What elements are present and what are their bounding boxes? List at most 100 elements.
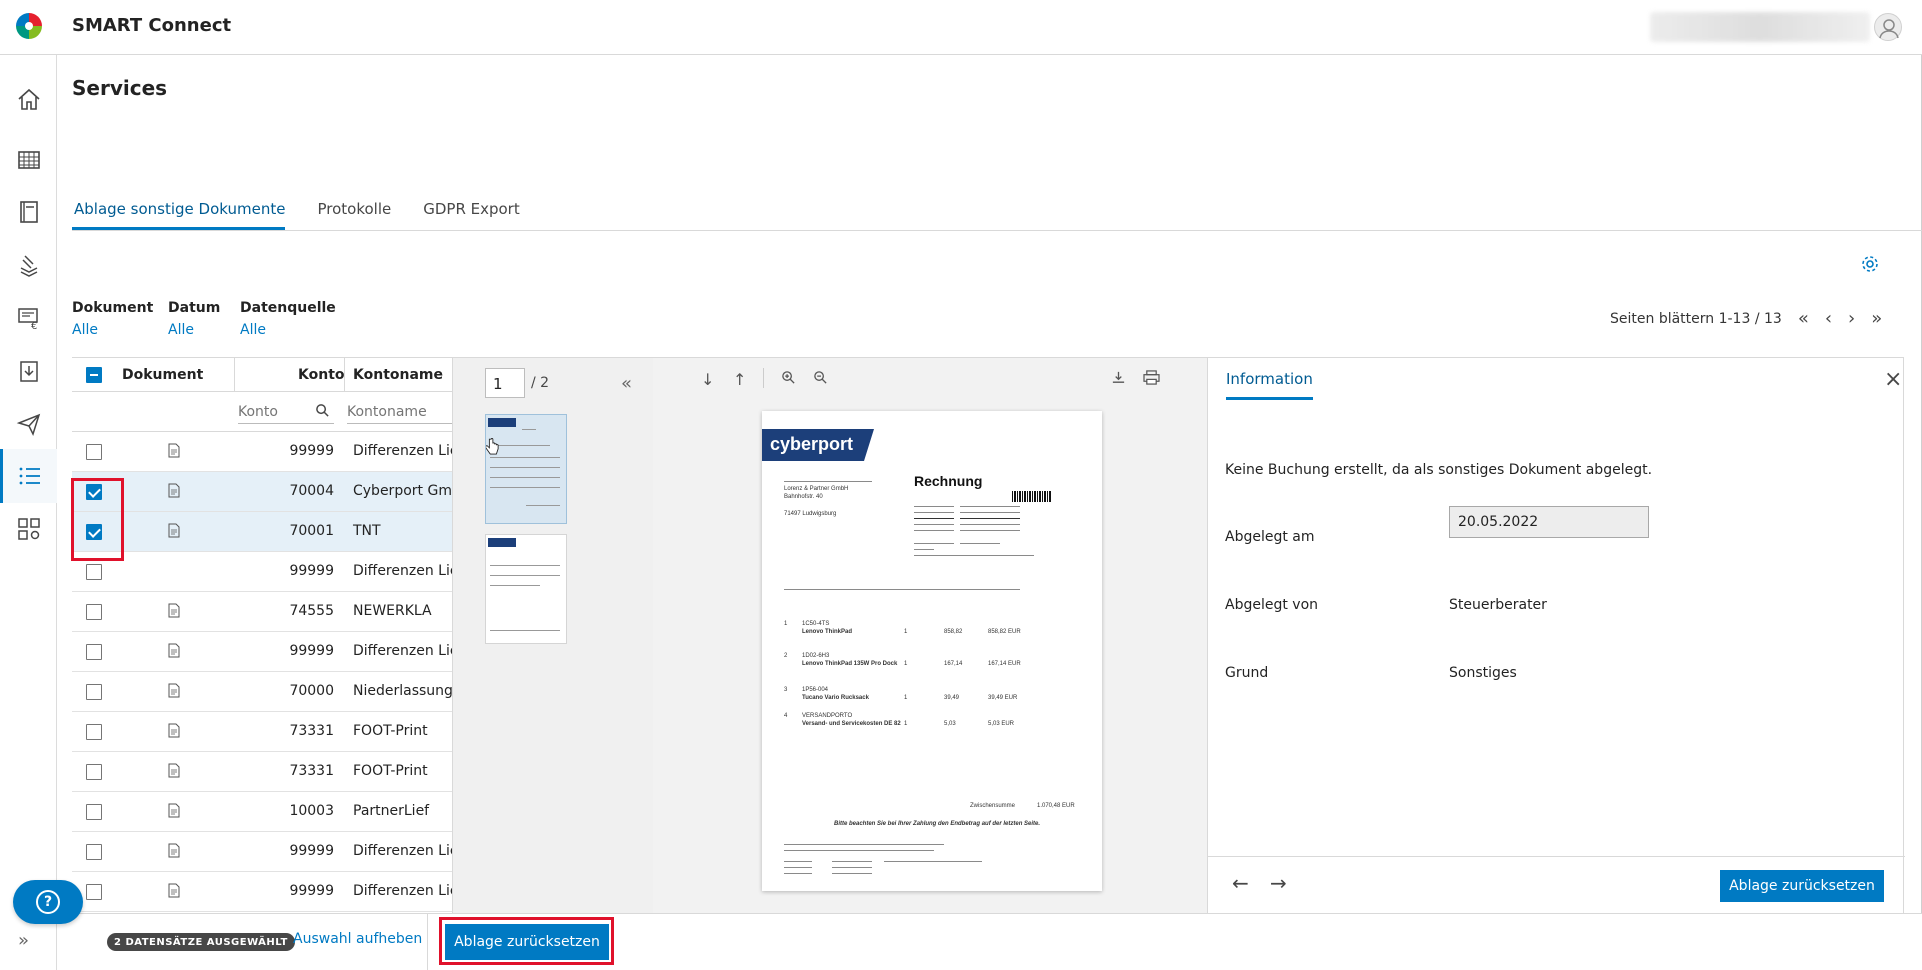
doc-footer-line <box>832 867 872 868</box>
table-icon[interactable] <box>0 133 57 187</box>
thumbnail-line <box>490 565 560 566</box>
left-navigation: € <box>0 55 57 970</box>
document-icon[interactable] <box>168 643 180 658</box>
list-icon[interactable] <box>0 449 57 503</box>
zoom-out-icon[interactable] <box>813 370 828 389</box>
row-checkbox[interactable] <box>86 724 102 740</box>
import-icon[interactable] <box>0 344 57 398</box>
table-row[interactable]: 70001 TNT <box>72 512 452 552</box>
download-icon[interactable] <box>1111 370 1126 389</box>
row-checkbox[interactable] <box>86 844 102 860</box>
column-header-dokument[interactable]: Dokument <box>122 367 203 383</box>
collapse-thumbnails-icon[interactable]: « <box>621 373 632 394</box>
next-page-arrow-icon[interactable]: ↓ <box>701 370 714 389</box>
help-button[interactable]: ? <box>13 880 83 924</box>
page-thumbnail-1[interactable] <box>485 414 567 524</box>
tab-ablage-sonstige-dokumente[interactable]: Ablage sonstige Dokumente <box>72 190 286 230</box>
abgelegt-am-label: Abgelegt am <box>1225 529 1315 545</box>
table-header: Dokument Konto Kontoname <box>72 358 452 392</box>
reset-filing-button-panel[interactable]: Ablage zurücksetzen <box>1720 870 1884 902</box>
search-icon[interactable] <box>315 403 330 422</box>
clear-selection-link[interactable]: Auswahl aufheben <box>293 931 422 947</box>
home-icon[interactable] <box>0 73 57 127</box>
select-all-checkbox[interactable] <box>86 367 102 383</box>
table-row[interactable]: 99999 Differenzen Lief <box>72 872 452 912</box>
table-row[interactable]: 99999 Differenzen Lief <box>72 632 452 672</box>
document-icon[interactable] <box>168 683 180 698</box>
thumbnail-line <box>526 505 560 506</box>
page-thumbnail-2[interactable] <box>485 534 567 644</box>
table-row[interactable]: 99999 Differenzen Lief <box>72 832 452 872</box>
user-avatar-icon[interactable] <box>1874 13 1902 41</box>
row-checkbox[interactable] <box>86 804 102 820</box>
next-record-arrow-icon[interactable]: → <box>1270 871 1287 895</box>
row-checkbox[interactable] <box>86 684 102 700</box>
row-checkbox[interactable] <box>86 884 102 900</box>
tab-gdpr-export[interactable]: GDPR Export <box>421 190 520 230</box>
document-stack-icon[interactable] <box>0 238 57 292</box>
tab-information[interactable]: Information <box>1226 370 1313 400</box>
document-icon[interactable] <box>168 883 180 898</box>
table-row[interactable]: 74555 NEWERKLA <box>72 592 452 632</box>
table-row[interactable]: 73331 FOOT-Print <box>72 712 452 752</box>
document-icon[interactable] <box>168 523 180 538</box>
document-icon[interactable] <box>168 723 180 738</box>
filter-dokument-value[interactable]: Alle <box>72 322 153 338</box>
document-icon[interactable] <box>168 763 180 778</box>
services-settings-icon[interactable] <box>0 502 57 556</box>
table-row[interactable]: 70000 Niederlassung I <box>72 672 452 712</box>
previous-record-arrow-icon[interactable]: ← <box>1232 871 1249 895</box>
document-icon[interactable] <box>168 603 180 618</box>
filter-datum-value[interactable]: Alle <box>168 322 220 338</box>
filter-datenquelle[interactable]: Datenquelle Alle <box>240 300 336 338</box>
invoice-page: cyberport Lorenz & Partner GmbH Bahnhofs… <box>762 411 1102 891</box>
invoice-euro-icon[interactable]: € <box>0 291 57 345</box>
table-row[interactable]: 73331 FOOT-Print <box>72 752 452 792</box>
row-checkbox[interactable] <box>86 444 102 460</box>
filter-dokument[interactable]: Dokument Alle <box>72 300 153 338</box>
konto-cell: 74555 <box>289 603 334 619</box>
filter-datenquelle-value[interactable]: Alle <box>240 322 336 338</box>
close-icon[interactable]: × <box>1884 367 1902 392</box>
document-icon[interactable] <box>168 803 180 818</box>
row-checkbox[interactable] <box>86 644 102 660</box>
column-header-kontoname[interactable]: Kontoname <box>353 367 443 383</box>
doc-item-total: 5,03 EUR <box>988 721 1015 727</box>
kontoname-filter-input[interactable] <box>347 400 452 424</box>
doc-total-value: 1.070,48 EUR <box>1037 803 1075 809</box>
abgelegt-von-value: Steuerberater <box>1449 597 1547 613</box>
journal-icon[interactable] <box>0 185 57 239</box>
document-icon[interactable] <box>168 443 180 458</box>
konto-cell: 73331 <box>289 763 334 779</box>
first-page-icon[interactable]: « <box>1798 310 1809 328</box>
column-header-konto[interactable]: Konto <box>298 367 345 383</box>
table-row[interactable]: 99999 Differenzen Lief <box>72 552 452 592</box>
table-row[interactable]: 10003 PartnerLief <box>72 792 452 832</box>
print-icon[interactable] <box>1143 370 1160 389</box>
row-checkbox[interactable] <box>86 604 102 620</box>
table-row[interactable]: 99999 Differenzen Lief <box>72 432 452 472</box>
info-message: Keine Buchung erstellt, da als sonstiges… <box>1225 462 1653 478</box>
thumbnail-line <box>490 585 540 586</box>
prev-page-icon[interactable]: ‹ <box>1825 310 1832 328</box>
zoom-in-icon[interactable] <box>781 370 796 389</box>
doc-footer-line <box>784 861 812 862</box>
page-number-input[interactable]: 1 <box>485 368 525 398</box>
next-page-icon[interactable]: › <box>1848 310 1855 328</box>
tab-protokolle[interactable]: Protokolle <box>315 190 391 230</box>
doc-line <box>914 530 954 531</box>
prev-page-arrow-icon[interactable]: ↑ <box>733 370 746 389</box>
settings-gear-icon[interactable] <box>1860 254 1880 274</box>
last-page-icon[interactable]: » <box>1871 310 1882 328</box>
doc-footer-line <box>784 867 812 868</box>
row-checkbox[interactable] <box>86 564 102 580</box>
thumbnail-line <box>490 477 560 478</box>
document-icon[interactable] <box>168 843 180 858</box>
send-icon[interactable] <box>0 397 57 451</box>
filter-datum[interactable]: Datum Alle <box>168 300 220 338</box>
expand-navigation-icon[interactable]: » <box>18 930 29 951</box>
doc-address-line-1: Lorenz & Partner GmbH <box>784 486 849 492</box>
row-checkbox[interactable] <box>86 764 102 780</box>
document-icon[interactable] <box>168 483 180 498</box>
table-row[interactable]: 70004 Cyberport Gmbh <box>72 472 452 512</box>
